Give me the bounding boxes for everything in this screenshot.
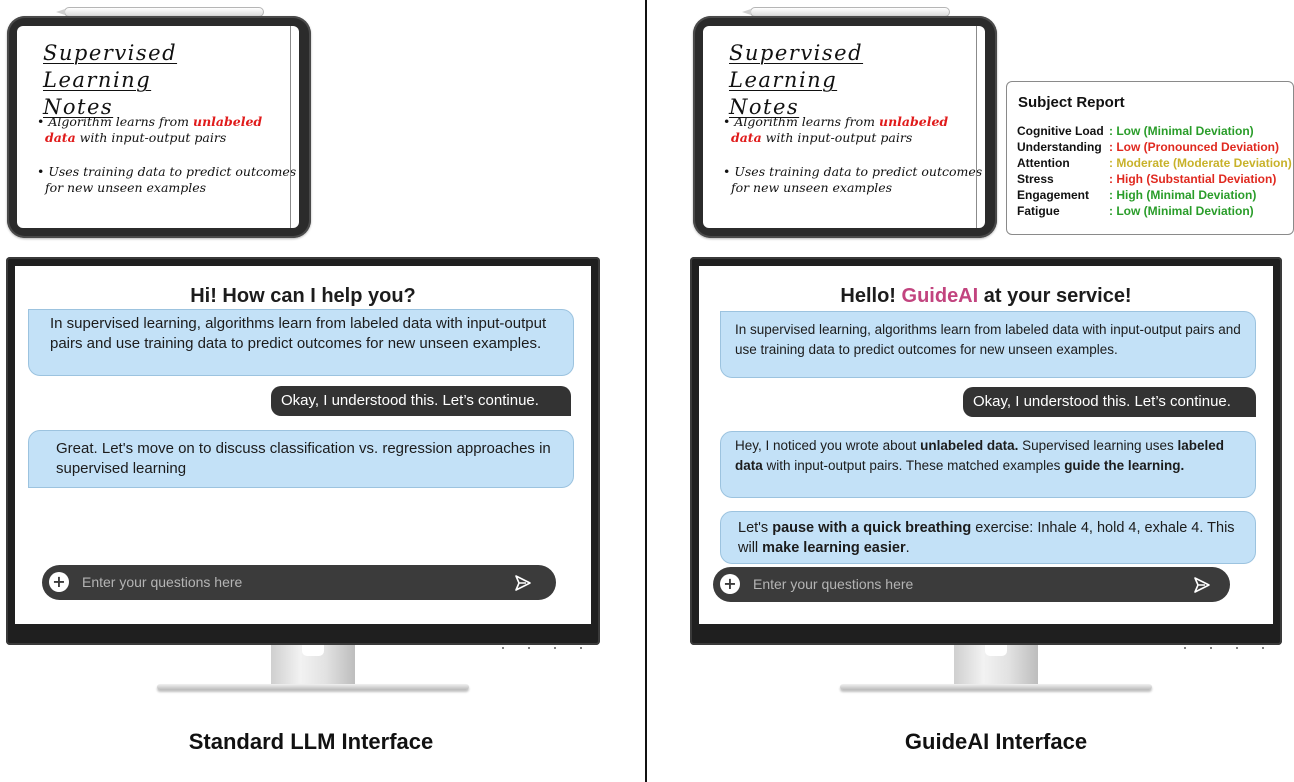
- report-row-stress: Stress : High (Substantial Deviation): [1017, 172, 1277, 186]
- notes-title: Supervised Learning Notes: [729, 40, 979, 121]
- caption-standard: Standard LLM Interface: [188, 729, 434, 754]
- assistant-message: In supervised learning, algorithms learn…: [28, 309, 574, 376]
- notes-bullet-1: • Algorithm learns from unlabeled data w…: [723, 114, 949, 145]
- tablet-device: Supervised Learning Notes • Algorithm le…: [693, 16, 997, 238]
- notes-bullet-1: • Algorithm learns from unlabeled data w…: [37, 114, 263, 145]
- monitor-standard: Hi! How can I help you? In supervised le…: [6, 257, 600, 649]
- report-row-attention: Attention : Moderate (Moderate Deviation…: [1017, 156, 1292, 170]
- chat-greeting: Hi! How can I help you?: [190, 285, 416, 307]
- brand-name: GuideAI: [901, 285, 979, 307]
- assistant-message: Great. Let's move on to discuss classifi…: [28, 430, 574, 488]
- chat-input[interactable]: + Enter your questions here: [713, 567, 1230, 602]
- chat-window-guideai: Hello! GuideAI at your service! In super…: [699, 266, 1273, 624]
- send-icon[interactable]: [1193, 576, 1211, 594]
- notes-screen: Supervised Learning Notes • Algorithm le…: [703, 26, 985, 228]
- notes-title: Supervised Learning Notes: [43, 40, 293, 121]
- monitor-base: [157, 684, 469, 690]
- monitor-base: [840, 684, 1152, 690]
- notes-title-line1: Supervised Learning: [729, 41, 864, 92]
- monitor-stand: [954, 645, 1038, 687]
- send-icon[interactable]: [514, 574, 532, 592]
- chat-window-standard: Hi! How can I help you? In supervised le…: [15, 266, 591, 624]
- chat-greeting: Hello! GuideAI at your service!: [840, 285, 1132, 307]
- caption-guideai: GuideAI Interface: [904, 729, 1088, 754]
- subject-report-panel: Subject Report Cognitive Load : Low (Min…: [1006, 81, 1294, 235]
- notes-bullet-2: • Uses training data to predict outcomes…: [37, 164, 297, 195]
- tablet-device: Supervised Learning Notes • Algorithm le…: [7, 16, 311, 238]
- panel-divider: [645, 0, 647, 782]
- monitor-guideai: Hello! GuideAI at your service! In super…: [690, 257, 1282, 649]
- error-highlight: unlabeled: [193, 114, 263, 129]
- user-message: Okay, I understood this. Let’s continue.: [963, 387, 1256, 417]
- chat-input-placeholder[interactable]: Enter your questions here: [82, 565, 242, 600]
- report-title: Subject Report: [1018, 94, 1125, 111]
- plus-icon[interactable]: +: [720, 574, 740, 594]
- plus-icon[interactable]: +: [49, 572, 69, 592]
- assistant-message-wellbeing: Let's pause with a quick breathing exerc…: [720, 511, 1256, 564]
- error-highlight: unlabeled: [879, 114, 949, 129]
- notes-title-line1: Supervised Learning: [43, 41, 178, 92]
- assistant-message: In supervised learning, algorithms learn…: [720, 311, 1256, 378]
- report-row-engagement: Engagement : High (Minimal Deviation): [1017, 188, 1257, 202]
- chat-input-placeholder[interactable]: Enter your questions here: [753, 567, 913, 602]
- report-row-understanding: Understanding : Low (Pronounced Deviatio…: [1017, 140, 1279, 154]
- notes-bullet-2: • Uses training data to predict outcomes…: [723, 164, 983, 195]
- monitor-stand: [271, 645, 355, 687]
- notes-screen: Supervised Learning Notes • Algorithm le…: [17, 26, 299, 228]
- user-message: Okay, I understood this. Let’s continue.: [271, 386, 571, 416]
- report-row-fatigue: Fatigue : Low (Minimal Deviation): [1017, 204, 1254, 218]
- report-row-cognitive-load: Cognitive Load : Low (Minimal Deviation): [1017, 124, 1254, 138]
- chat-input[interactable]: + Enter your questions here: [42, 565, 556, 600]
- assistant-message-personalized: Hey, I noticed you wrote about unlabeled…: [720, 431, 1256, 498]
